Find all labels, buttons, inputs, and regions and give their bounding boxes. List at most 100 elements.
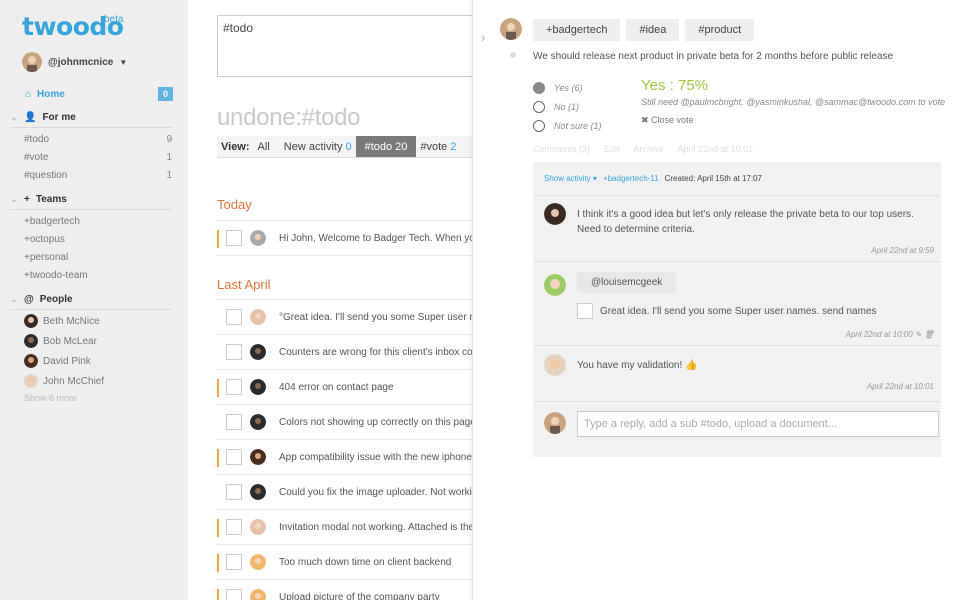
section-people[interactable]: ⌄ @ People <box>10 294 172 310</box>
task-row[interactable]: Colors not showing up correctly on this … <box>217 405 487 440</box>
section-for-me[interactable]: ⌄ 👤 For me <box>10 112 172 128</box>
vote-option-not-sure[interactable]: Not sure (1) <box>533 116 602 135</box>
task-row[interactable]: °Great idea. I'll send you some Super us… <box>217 300 487 335</box>
task-row[interactable]: Could you fix the image uploader. Not wo… <box>217 475 487 510</box>
task-row[interactable]: Hi John, Welcome to Badger Tech. When yo… <box>217 221 487 256</box>
tag-chip[interactable]: +badgertech <box>533 19 621 41</box>
edit-link[interactable]: Edit <box>604 144 620 154</box>
flag-marker <box>217 554 219 572</box>
reply-avatar <box>544 412 566 434</box>
sidebar-person[interactable]: John McChief <box>24 371 172 391</box>
sidebar-item-team[interactable]: +badgertech <box>24 212 172 230</box>
section-title: People <box>39 294 73 305</box>
comment-avatar <box>544 274 566 296</box>
composer-input[interactable]: #todo <box>217 15 487 77</box>
person-avatar <box>24 354 38 368</box>
sidebar-person[interactable]: David Pink <box>24 351 172 371</box>
group-label-last-april: Last April <box>217 277 271 292</box>
close-vote-button[interactable]: ✖ Close vote <box>641 115 694 126</box>
section-teams[interactable]: ⌄ + Teams <box>10 194 172 210</box>
vote-options: Yes (6) No (1) Not sure (1) <box>533 78 602 135</box>
user-menu[interactable]: @johnmcnice ▼ <box>22 52 127 72</box>
filter-new-activity[interactable]: New activity 0 <box>274 136 356 157</box>
radio-icon <box>533 119 545 132</box>
detail-panel: › +badgertech #idea #product We should r… <box>472 0 960 600</box>
filter-all[interactable]: All <box>254 136 274 157</box>
group-label-today: Today <box>217 197 252 212</box>
comment: @louisemcgeek Great idea. I'll send you … <box>533 262 941 346</box>
comment-text: You have my validation! 👍 <box>577 360 698 371</box>
task-checkbox[interactable] <box>226 449 242 465</box>
mention-chip[interactable]: @louisemcgeek <box>577 272 677 293</box>
vote-option-yes[interactable]: Yes (6) <box>533 78 602 97</box>
home-label: Home <box>37 88 65 100</box>
page-title: undone:#todo <box>217 104 361 131</box>
task-text: App compatibility issue with the new iph… <box>279 451 486 463</box>
sidebar-item-team[interactable]: +personal <box>24 248 172 266</box>
task-checkbox[interactable] <box>226 589 242 600</box>
task-checkbox[interactable] <box>226 309 242 325</box>
team-link[interactable]: +badgertech-11 <box>603 174 659 183</box>
task-text: Colors not showing up correctly on this … <box>279 416 479 428</box>
task-checkbox[interactable] <box>226 554 242 570</box>
task-text: Counters are wrong for this client's inb… <box>279 346 479 358</box>
task-text: Hi John, Welcome to Badger Tech. When yo… <box>279 232 481 244</box>
sidebar-item-question[interactable]: #question 1 <box>24 166 172 184</box>
close-icon: ✖ <box>641 115 652 125</box>
sidebar-person[interactable]: Bob McLear <box>24 331 172 351</box>
sidebar-item-vote[interactable]: #vote 1 <box>24 148 172 166</box>
filter-vote[interactable]: #vote 2 <box>416 136 460 157</box>
task-row[interactable]: Invitation modal not working. Attached i… <box>217 510 487 545</box>
task-row[interactable]: 404 error on contact page <box>217 370 487 405</box>
sidebar-item-team[interactable]: +twoodo-team <box>24 266 172 284</box>
home-icon: ⌂ <box>25 88 32 100</box>
task-checkbox[interactable] <box>226 484 242 500</box>
comments-link[interactable]: Comments (3) <box>533 144 590 154</box>
chevron-right-icon[interactable]: › <box>481 30 485 45</box>
user-icon: 👤 <box>24 112 37 123</box>
comment-avatar <box>544 354 566 376</box>
task-row[interactable]: Upload picture of the company party <box>217 580 487 600</box>
task-row[interactable]: Counters are wrong for this client's inb… <box>217 335 487 370</box>
task-avatar <box>250 230 266 246</box>
sidebar-item-todo[interactable]: #todo 9 <box>24 130 172 148</box>
sidebar: twoodo beta @johnmcnice ▼ ⌂ Home 0 ⌄ 👤 F… <box>0 0 188 600</box>
task-text: 404 error on contact page <box>279 381 394 393</box>
teams-list: +badgertech +octopus +personal +twoodo-t… <box>24 212 172 284</box>
username: @johnmcnice <box>48 56 114 68</box>
filter-todo[interactable]: #todo 20 <box>355 136 417 157</box>
sidebar-item-home[interactable]: ⌂ Home 0 <box>25 87 173 101</box>
tag-chip[interactable]: #idea <box>626 19 680 41</box>
person-avatar <box>24 374 38 388</box>
sub-todo-checkbox[interactable] <box>577 303 593 319</box>
task-checkbox[interactable] <box>226 379 242 395</box>
task-checkbox[interactable] <box>226 344 242 360</box>
edit-icon: ✎ <box>914 330 922 339</box>
comment-text: Great idea. I'll send you some Super use… <box>600 306 877 317</box>
task-avatar <box>250 309 266 325</box>
filter-bar: View: All New activity 0 #todo 20 #vote 2 <box>217 136 487 158</box>
tag-chip[interactable]: #product <box>685 19 755 41</box>
author-avatar <box>500 18 522 40</box>
comment-avatar <box>544 203 566 225</box>
task-checkbox[interactable] <box>226 230 242 246</box>
show-activity-toggle[interactable]: Show activity ▾ <box>544 174 597 183</box>
task-avatar <box>250 484 266 500</box>
view-label: View: <box>221 140 250 153</box>
item-meta-links: Comments (3) Edit Archive April 22nd at … <box>533 144 753 154</box>
item-description: We should release next product in privat… <box>533 51 894 62</box>
task-row[interactable]: Too much down time on client backend <box>217 545 487 580</box>
task-checkbox[interactable] <box>226 519 242 535</box>
vote-option-no[interactable]: No (1) <box>533 97 602 116</box>
show-more-link[interactable]: Show 6 more <box>24 393 172 403</box>
reply-input[interactable] <box>577 411 939 437</box>
sidebar-person[interactable]: Beth McNice <box>24 311 172 331</box>
task-text: Invitation modal not working. Attached i… <box>279 521 481 533</box>
sidebar-item-team[interactable]: +octopus <box>24 230 172 248</box>
chevron-down-icon: ⌄ <box>10 294 18 304</box>
task-row[interactable]: App compatibility issue with the new iph… <box>217 440 487 475</box>
people-list: Beth McNice Bob McLear David Pink John M… <box>24 311 172 403</box>
comment: You have my validation! 👍 April 22nd at … <box>533 346 941 402</box>
archive-link[interactable]: Archive <box>634 144 664 154</box>
task-checkbox[interactable] <box>226 414 242 430</box>
